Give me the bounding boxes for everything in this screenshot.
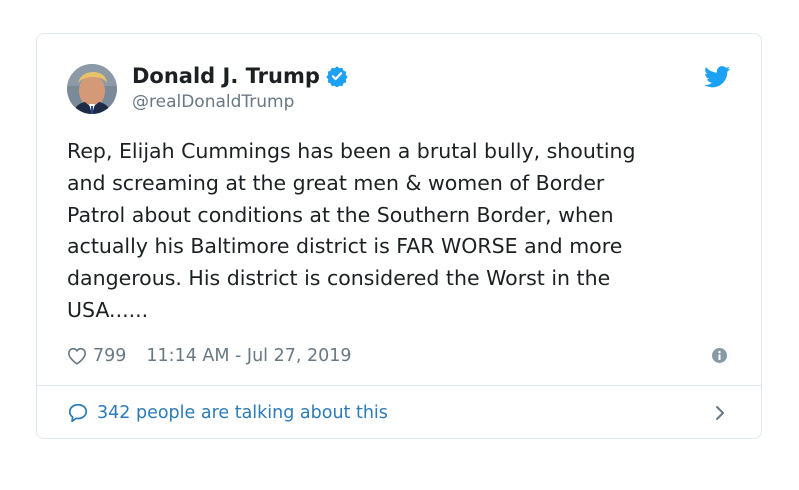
divider: [37, 385, 761, 386]
tweet-text: Rep, Elijah Cummings has been a brutal b…: [67, 139, 636, 322]
conversation-text[interactable]: 342 people are talking about this: [97, 403, 388, 423]
like-count: 799: [93, 346, 127, 366]
avatar[interactable]: [67, 64, 117, 114]
speech-bubble-icon: [68, 403, 88, 423]
info-icon[interactable]: [712, 348, 727, 363]
embedded-tweet-card[interactable]: Donald J. Trump @realDonaldTrump Rep, El…: [36, 33, 762, 439]
twitter-bird-icon[interactable]: [704, 66, 731, 88]
display-name-text[interactable]: Donald J. Trump: [132, 64, 320, 88]
chevron-right-icon[interactable]: [715, 405, 725, 421]
display-name[interactable]: Donald J. Trump: [132, 64, 348, 88]
heart-icon: [68, 347, 86, 365]
verified-badge-icon: [326, 66, 348, 87]
timestamp-link[interactable]: 11:14 AM - Jul 27, 2019: [146, 346, 351, 366]
conversation-link[interactable]: 342 people are talking about this: [67, 399, 731, 427]
tweet-meta-row: 799 11:14 AM - Jul 27, 2019: [67, 343, 352, 369]
author-handle[interactable]: @realDonaldTrump: [132, 92, 294, 112]
like-button[interactable]: 799: [67, 346, 146, 366]
